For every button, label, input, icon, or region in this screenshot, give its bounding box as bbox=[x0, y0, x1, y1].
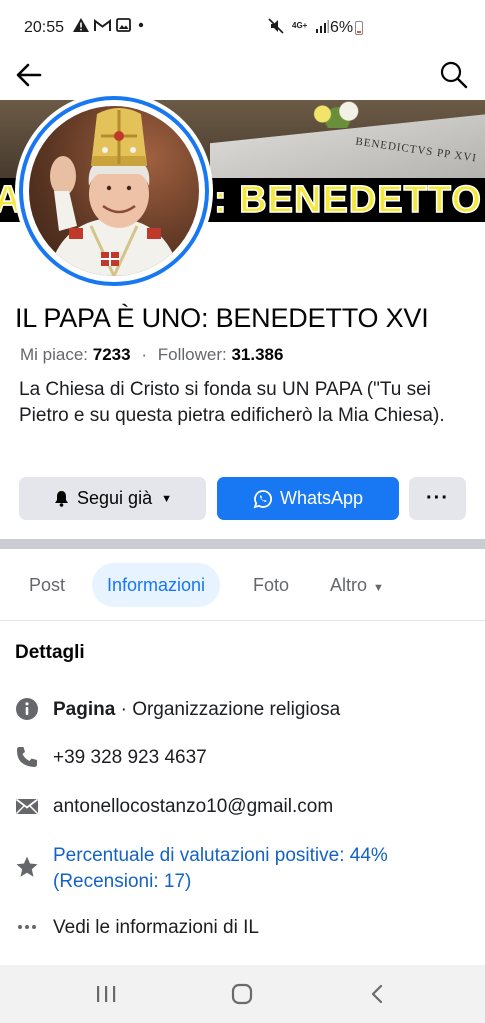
back-nav-icon[interactable] bbox=[364, 982, 392, 1006]
profile-tabs: Post Informazioni Foto Altro ▼ bbox=[0, 549, 485, 621]
gmail-icon bbox=[94, 18, 111, 31]
mute-icon bbox=[268, 18, 284, 34]
pope-portrait bbox=[49, 108, 179, 276]
cover-flowers-decor bbox=[300, 100, 375, 128]
stats-separator: · bbox=[141, 345, 147, 364]
network-type: 4G+ bbox=[292, 21, 308, 30]
bell-icon bbox=[53, 490, 70, 507]
tab-post-label: Post bbox=[29, 575, 66, 595]
category-row: Pagina · Organizzazione religiosa bbox=[15, 697, 470, 723]
phone-row[interactable]: +39 328 923 4637 bbox=[15, 745, 470, 771]
more-info-link[interactable]: Vedi le informazioni di IL bbox=[53, 915, 259, 941]
battery-icon bbox=[355, 21, 363, 35]
tab-altro-label: Altro bbox=[330, 575, 368, 595]
page-bio: La Chiesa di Cristo si fonda su UN PAPA … bbox=[19, 379, 445, 426]
caret-down-icon: ▼ bbox=[161, 492, 172, 505]
cover-title-right: : BENEDETTO bbox=[213, 178, 482, 222]
following-button[interactable]: Segui già ▼ bbox=[19, 477, 206, 520]
status-bar: 20:55 4G+ 6% bbox=[0, 0, 485, 56]
tab-post[interactable]: Post bbox=[14, 563, 80, 607]
whatsapp-button-label: WhatsApp bbox=[279, 488, 364, 508]
section-divider bbox=[0, 539, 485, 549]
envelope-icon bbox=[15, 794, 39, 818]
likes-count: 7233 bbox=[92, 345, 131, 364]
tab-informazioni[interactable]: Informazioni bbox=[92, 563, 221, 607]
dot-icon bbox=[138, 22, 144, 28]
likes-label: Mi piace: bbox=[20, 345, 89, 364]
caret-down-icon: ▼ bbox=[373, 582, 384, 594]
tab-informazioni-label: Informazioni bbox=[107, 575, 206, 595]
followers-count: 31.386 bbox=[231, 345, 284, 364]
alert-icon bbox=[73, 18, 89, 32]
page-stats: Mi piace: 7233 · Follower: 31.386 bbox=[20, 345, 283, 365]
top-nav bbox=[0, 56, 485, 100]
tab-foto[interactable]: Foto bbox=[238, 563, 304, 607]
avatar-image bbox=[29, 106, 199, 276]
phone-icon bbox=[15, 745, 39, 769]
more-info-row[interactable]: Vedi le informazioni di IL bbox=[15, 915, 470, 941]
tab-altro[interactable]: Altro ▼ bbox=[315, 563, 399, 607]
whatsapp-button[interactable]: WhatsApp bbox=[217, 477, 399, 520]
signal-icon bbox=[316, 20, 330, 33]
rating-row[interactable]: Percentuale di valutazioni positive: 44%… bbox=[15, 843, 470, 895]
rating-link[interactable]: Percentuale di valutazioni positive: 44%… bbox=[53, 843, 453, 895]
profile-avatar[interactable] bbox=[15, 92, 213, 290]
battery-level: 6% bbox=[330, 19, 354, 36]
home-icon[interactable] bbox=[228, 982, 256, 1006]
recent-apps-icon[interactable] bbox=[92, 982, 120, 1006]
ellipsis-icon bbox=[15, 915, 39, 939]
page-title: IL PAPA È UNO: BENEDETTO XVI bbox=[15, 303, 429, 333]
category-type: Pagina bbox=[53, 699, 116, 720]
system-icons: 4G+ bbox=[268, 18, 330, 34]
star-icon bbox=[15, 855, 39, 879]
category-value: · Organizzazione religiosa bbox=[115, 699, 341, 720]
arrow-left-icon[interactable] bbox=[14, 60, 44, 90]
info-icon bbox=[15, 697, 39, 721]
notification-icons bbox=[73, 18, 146, 32]
phone-number[interactable]: +39 328 923 4637 bbox=[53, 745, 207, 771]
system-nav-bar bbox=[0, 965, 485, 1023]
search-icon[interactable] bbox=[439, 60, 469, 90]
email-row[interactable]: antonellocostanzo10@gmail.com bbox=[15, 794, 470, 820]
details-heading: Dettagli bbox=[15, 642, 85, 663]
followers-label: Follower: bbox=[157, 345, 227, 364]
story-ring bbox=[19, 96, 209, 286]
more-options-button[interactable]: ··· bbox=[409, 477, 466, 520]
whatsapp-icon bbox=[253, 489, 273, 509]
email-address[interactable]: antonellocostanzo10@gmail.com bbox=[53, 794, 333, 820]
status-time: 20:55 bbox=[24, 19, 65, 36]
gallery-icon bbox=[116, 18, 131, 32]
more-dots-icon: ··· bbox=[426, 487, 449, 509]
following-button-label: Segui già bbox=[77, 488, 153, 508]
tab-foto-label: Foto bbox=[253, 575, 290, 595]
